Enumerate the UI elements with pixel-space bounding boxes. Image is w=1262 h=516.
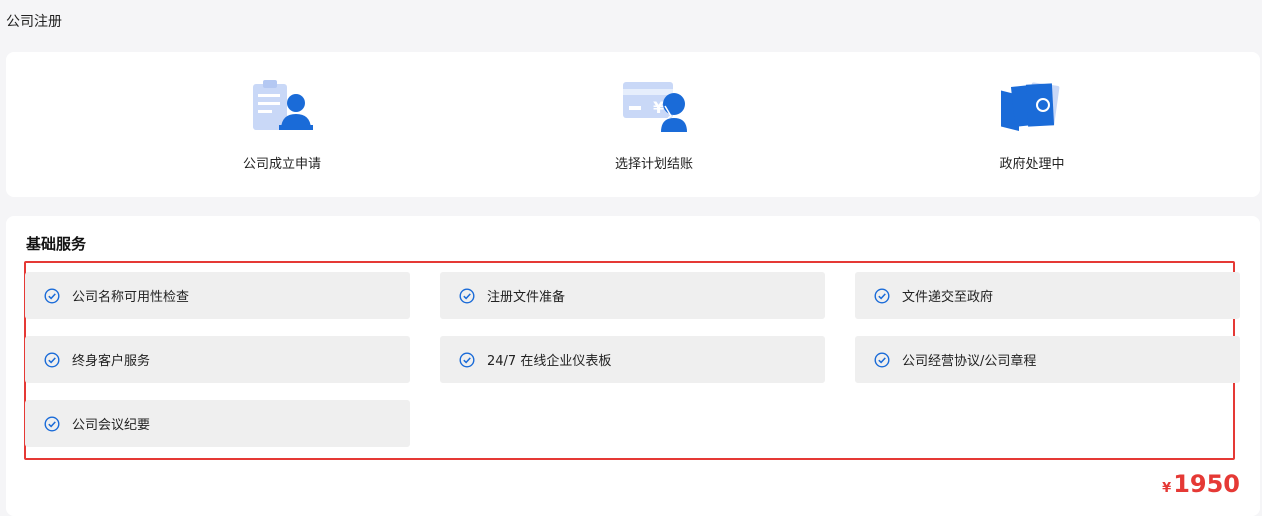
steps-card: 公司成立申请 ¥ 选择计划结账 政府处理中 [6,52,1260,197]
application-form-icon [249,80,315,136]
service-item-label: 公司经营协议/公司章程 [902,354,1037,369]
service-item-label: 24/7 在线企业仪表板 [487,354,612,369]
check-circle-icon [44,287,60,304]
basic-services-card: 基础服务 公司名称可用性检查 注册文件准备 文件递交至政府 终身客户服务 24/… [6,216,1260,516]
check-circle-icon [44,415,60,432]
service-item: 注册文件准备 [440,272,825,319]
step-checkout: ¥ 选择计划结账 [504,52,804,197]
step-label: 选择计划结账 [614,157,693,172]
currency-symbol: ¥ [1162,481,1172,496]
check-circle-icon [459,287,475,304]
check-circle-icon [459,351,475,368]
step-label: 公司成立申请 [242,157,321,172]
payment-card-icon: ¥ [621,80,687,136]
page-title: 公司注册 [6,14,62,30]
check-circle-icon [874,287,890,304]
service-item: 公司会议纪要 [25,400,410,447]
svg-text:¥: ¥ [653,98,664,117]
service-item: 24/7 在线企业仪表板 [440,336,825,383]
step-application: 公司成立申请 [132,52,432,197]
service-item-label: 公司名称可用性检查 [72,290,190,305]
step-processing: 政府处理中 [882,52,1182,197]
documents-processing-icon [999,80,1065,136]
service-item: 终身客户服务 [25,336,410,383]
service-item-label: 终身客户服务 [72,354,151,369]
price-amount: 1950 [1173,470,1240,498]
service-item: 公司名称可用性检查 [25,272,410,319]
check-circle-icon [44,351,60,368]
price-display: ¥ 1950 [1162,470,1240,498]
service-item-label: 注册文件准备 [487,290,566,305]
basic-services-title: 基础服务 [26,235,87,253]
service-item: 公司经营协议/公司章程 [855,336,1240,383]
service-item: 文件递交至政府 [855,272,1240,319]
check-circle-icon [874,351,890,368]
step-label: 政府处理中 [999,157,1065,172]
service-item-label: 文件递交至政府 [902,290,994,305]
service-item-label: 公司会议纪要 [72,418,151,433]
